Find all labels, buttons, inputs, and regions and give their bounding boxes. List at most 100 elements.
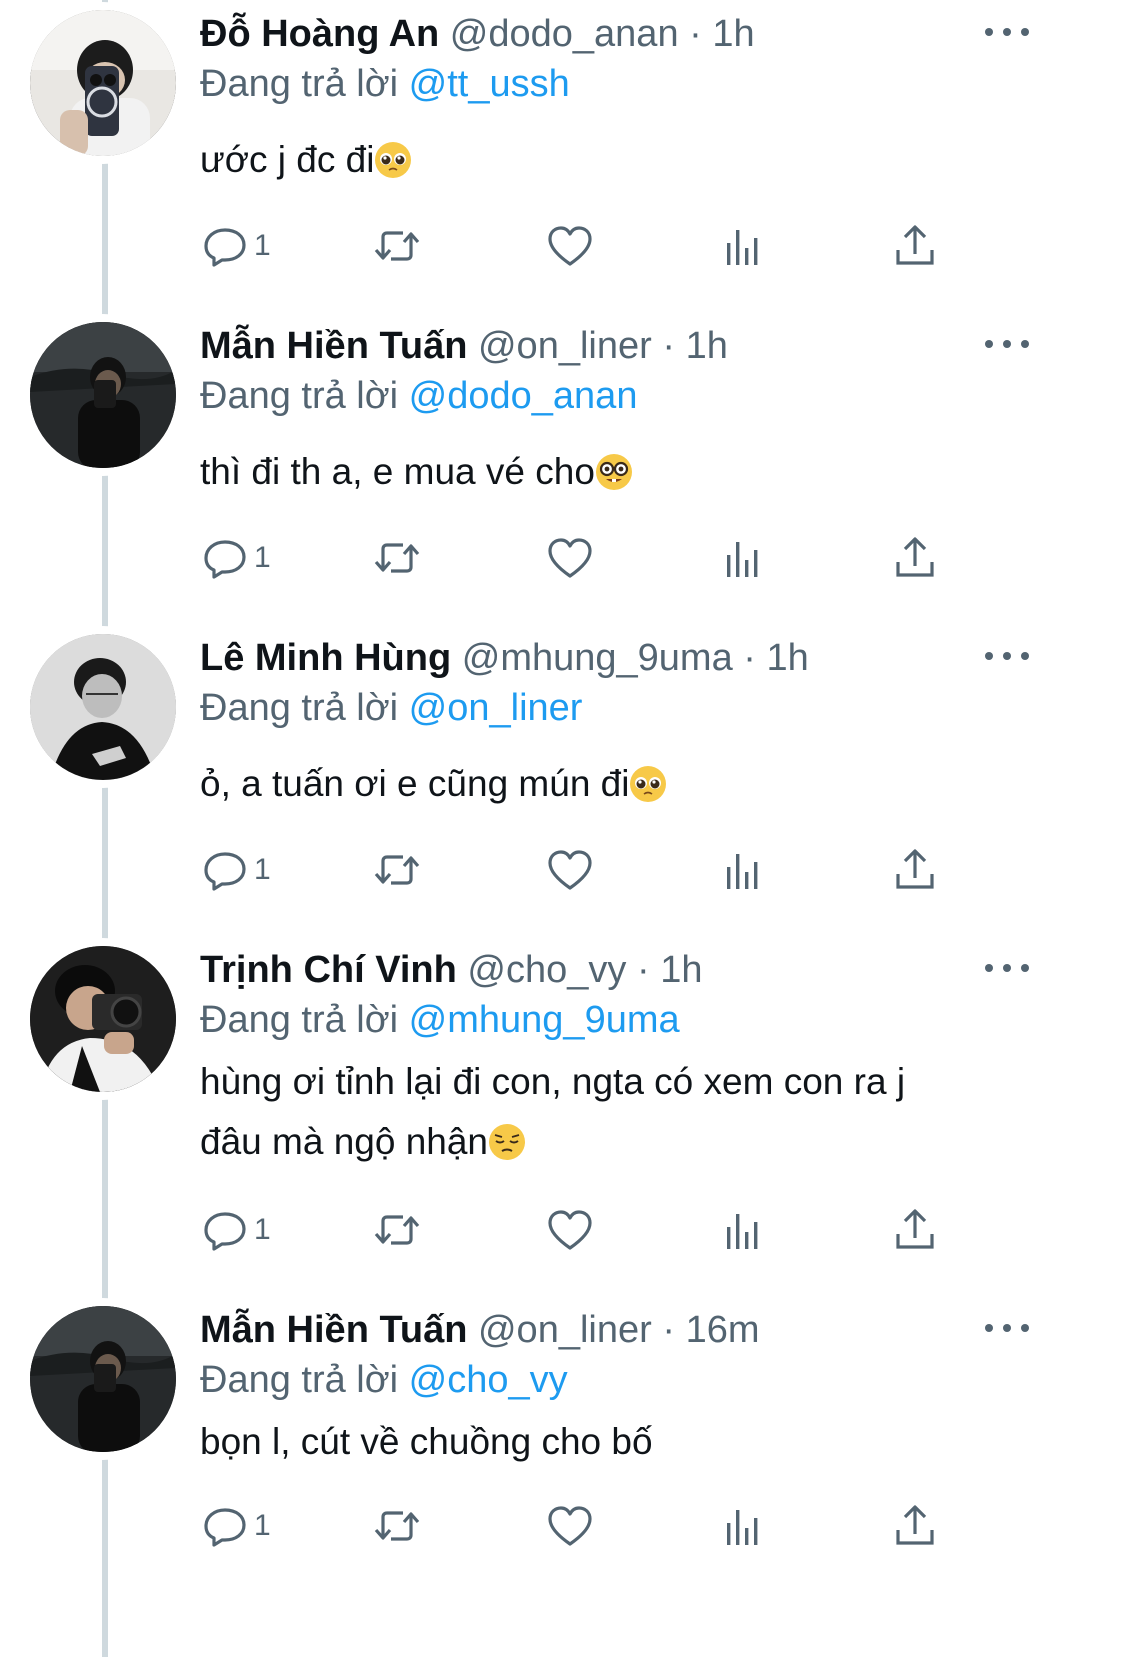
- user-handle[interactable]: @cho_vy: [467, 949, 626, 991]
- views-icon: [727, 230, 758, 265]
- separator-dot: ·: [636, 949, 650, 991]
- share-icon: [896, 537, 934, 577]
- like-button[interactable]: [545, 840, 595, 900]
- timestamp[interactable]: 16m: [686, 1309, 760, 1351]
- more-dots-icon[interactable]: [985, 20, 1029, 44]
- reply-button[interactable]: 1: [200, 1496, 271, 1556]
- avatar[interactable]: [30, 634, 176, 780]
- more-dots-icon[interactable]: [985, 332, 1029, 356]
- reply-count: 1: [254, 853, 271, 886]
- pensive-face-emoji: [489, 1124, 526, 1160]
- views-button[interactable]: [718, 528, 768, 588]
- views-icon: [727, 542, 758, 577]
- retweet-button[interactable]: [372, 1496, 422, 1556]
- display-name[interactable]: Mẫn Hiền Tuấn: [200, 325, 467, 367]
- like-button[interactable]: [545, 1496, 595, 1556]
- tweet-text: ỏ, a tuấn ơi e cũng mún đi: [200, 754, 1060, 814]
- heart-icon: [548, 1210, 592, 1250]
- replying-to: Đang trả lời @on_liner: [200, 686, 582, 730]
- views-button[interactable]: [718, 216, 768, 276]
- views-icon: [727, 1510, 758, 1545]
- reply-button[interactable]: 1: [200, 840, 271, 900]
- reply-icon: [204, 852, 246, 891]
- reply-count: 1: [254, 1509, 271, 1542]
- more-dots-icon[interactable]: [985, 1316, 1029, 1340]
- tweet-text-line: ước j đc đi: [200, 139, 375, 180]
- separator-dot: ·: [689, 13, 702, 55]
- share-button[interactable]: [890, 528, 940, 588]
- timestamp[interactable]: 1h: [767, 637, 809, 679]
- views-button[interactable]: [718, 840, 768, 900]
- user-handle[interactable]: @on_liner: [478, 1309, 652, 1351]
- action-bar: 1: [200, 1496, 960, 1556]
- more-dots-icon[interactable]: [985, 956, 1029, 980]
- user-handle[interactable]: @mhung_9uma: [462, 637, 733, 679]
- reply-mention[interactable]: @cho_vy: [409, 1359, 568, 1401]
- reply-mention[interactable]: @on_liner: [409, 687, 583, 729]
- timestamp[interactable]: 1h: [712, 13, 754, 55]
- tweet-header: Lê Minh Hùng @mhung_9uma · 1h: [200, 636, 809, 680]
- avatar[interactable]: [30, 322, 176, 468]
- replying-to: Đang trả lời @mhung_9uma: [200, 998, 680, 1042]
- views-button[interactable]: [718, 1200, 768, 1260]
- display-name[interactable]: Trịnh Chí Vinh: [200, 949, 457, 991]
- reply-count: 1: [254, 1213, 271, 1246]
- reply-button[interactable]: 1: [200, 1200, 271, 1260]
- replying-prefix: Đang trả lời: [200, 375, 399, 417]
- user-handle[interactable]: @dodo_anan: [450, 13, 679, 55]
- action-bar: 1: [200, 840, 960, 900]
- timestamp[interactable]: 1h: [660, 949, 702, 991]
- display-name[interactable]: Đỗ Hoàng An: [200, 13, 439, 55]
- heart-icon: [548, 538, 592, 578]
- reply-button[interactable]: 1: [200, 216, 271, 276]
- views-button[interactable]: [718, 1496, 768, 1556]
- like-button[interactable]: [545, 216, 595, 276]
- avatar[interactable]: [30, 946, 176, 1092]
- tweet-text: ước j đc đi: [200, 130, 1060, 190]
- replying-prefix: Đang trả lời: [200, 1359, 399, 1401]
- tweet-header: Trịnh Chí Vinh @cho_vy · 1h: [200, 948, 702, 992]
- display-name[interactable]: Mẫn Hiền Tuấn: [200, 1309, 467, 1351]
- share-button[interactable]: [890, 840, 940, 900]
- timestamp[interactable]: 1h: [686, 325, 728, 367]
- heart-icon: [548, 1506, 592, 1546]
- retweet-button[interactable]: [372, 840, 422, 900]
- reply-icon: [204, 540, 246, 579]
- separator-dot: ·: [743, 637, 756, 679]
- heart-icon: [548, 226, 592, 266]
- retweet-icon: [374, 1511, 420, 1541]
- share-icon: [896, 225, 934, 265]
- reply-count: 1: [254, 541, 271, 574]
- share-icon: [896, 1209, 934, 1249]
- replying-prefix: Đang trả lời: [200, 63, 399, 105]
- share-button[interactable]: [890, 1496, 940, 1556]
- tweet-header: Mẫn Hiền Tuấn @on_liner · 16m: [200, 1308, 759, 1352]
- tweet-text: thì đi th a, e mua vé cho: [200, 442, 1060, 502]
- separator-dot: ·: [662, 325, 675, 367]
- share-button[interactable]: [890, 216, 940, 276]
- tweet-text-line: thì đi th a, e mua vé cho: [200, 451, 595, 492]
- retweet-button[interactable]: [372, 216, 422, 276]
- avatar[interactable]: [30, 1306, 176, 1452]
- tweet-header: Mẫn Hiền Tuấn @on_liner · 1h: [200, 324, 728, 368]
- reply-mention[interactable]: @tt_ussh: [409, 63, 570, 105]
- reply-mention[interactable]: @mhung_9uma: [409, 999, 680, 1041]
- tweet-text: bọn l, cút về chuồng cho bố: [200, 1412, 1060, 1472]
- replying-to: Đang trả lời @cho_vy: [200, 1358, 568, 1402]
- like-button[interactable]: [545, 528, 595, 588]
- replying-prefix: Đang trả lời: [200, 999, 399, 1041]
- like-button[interactable]: [545, 1200, 595, 1260]
- pleading-face-emoji: [375, 142, 412, 178]
- retweet-button[interactable]: [372, 1200, 422, 1260]
- avatar[interactable]: [30, 10, 176, 156]
- reply-mention[interactable]: @dodo_anan: [409, 375, 638, 417]
- reply-count: 1: [254, 229, 271, 262]
- share-button[interactable]: [890, 1200, 940, 1260]
- retweet-button[interactable]: [372, 528, 422, 588]
- share-icon: [896, 1505, 934, 1545]
- replying-to: Đang trả lời @tt_ussh: [200, 62, 570, 106]
- display-name[interactable]: Lê Minh Hùng: [200, 637, 451, 679]
- more-dots-icon[interactable]: [985, 644, 1029, 668]
- reply-button[interactable]: 1: [200, 528, 271, 588]
- user-handle[interactable]: @on_liner: [478, 325, 652, 367]
